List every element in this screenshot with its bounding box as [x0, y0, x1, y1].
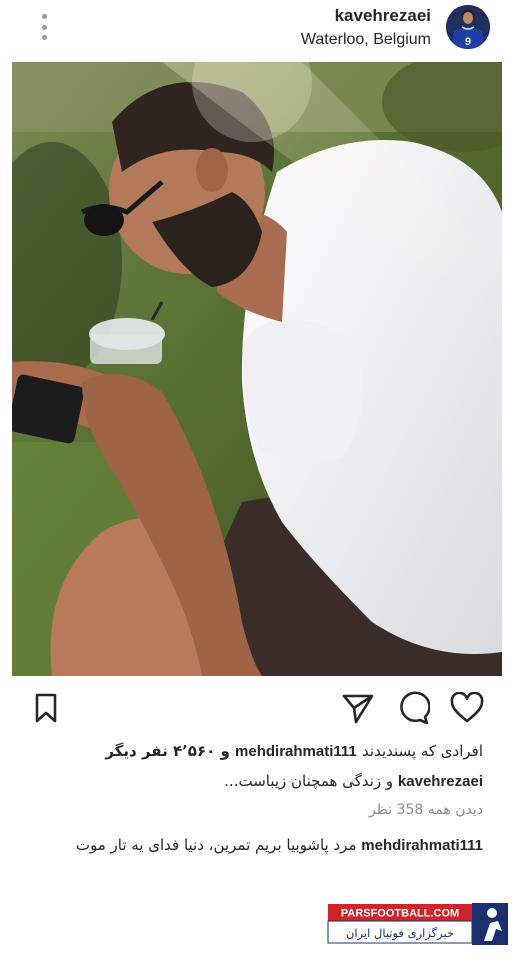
post-location[interactable]: Waterloo, Belgium [301, 29, 431, 51]
comment-text: مرد پاشوبیا بریم تمرین، دنیا فدای یه تار… [75, 836, 357, 854]
post-photo[interactable] [12, 62, 502, 676]
watermark-logo: PARSFOOTBALL.COM خبرگزاری فوتبال ایران [322, 901, 512, 947]
caption-text: و زندگی همچنان زیباست... [224, 772, 394, 790]
heart-icon[interactable] [449, 690, 485, 726]
likes-prefix: افرادی که پسندیدند [362, 742, 483, 760]
avatar[interactable]: 9 [446, 5, 490, 49]
watermark-tagline: خبرگزاری فوتبال ایران [346, 926, 454, 941]
post-owner: kavehrezaei Waterloo, Belgium [301, 5, 431, 51]
post-username[interactable]: kavehrezaei [301, 5, 431, 27]
action-bar [0, 680, 527, 735]
likes-others[interactable]: و ۴٬۵۶۰ نفر دیگر [105, 742, 229, 760]
post-caption: kavehrezaei و زندگی همچنان زیباست... [23, 768, 483, 795]
share-icon[interactable] [340, 690, 376, 726]
comment-username[interactable]: mehdirahmati111 [361, 837, 483, 854]
watermark-brand: PARSFOOTBALL.COM [341, 908, 459, 920]
likes-summary[interactable]: افرادی که پسندیدند mehdirahmati111 و ۴٬۵… [23, 738, 483, 765]
bookmark-icon[interactable] [28, 690, 64, 726]
comment-item: mehdirahmati111 مرد پاشوبیا بریم تمرین، … [23, 832, 483, 859]
view-all-comments-link[interactable]: دیدن همه 358 نظر [369, 799, 483, 821]
comment-icon[interactable] [395, 690, 431, 726]
caption-username[interactable]: kavehrezaei [398, 773, 483, 790]
likes-user[interactable]: mehdirahmati111 [235, 743, 357, 760]
avatar-shirt-number: 9 [465, 36, 471, 48]
more-options-icon[interactable] [38, 14, 50, 40]
post-header: kavehrezaei Waterloo, Belgium 9 [0, 0, 527, 60]
